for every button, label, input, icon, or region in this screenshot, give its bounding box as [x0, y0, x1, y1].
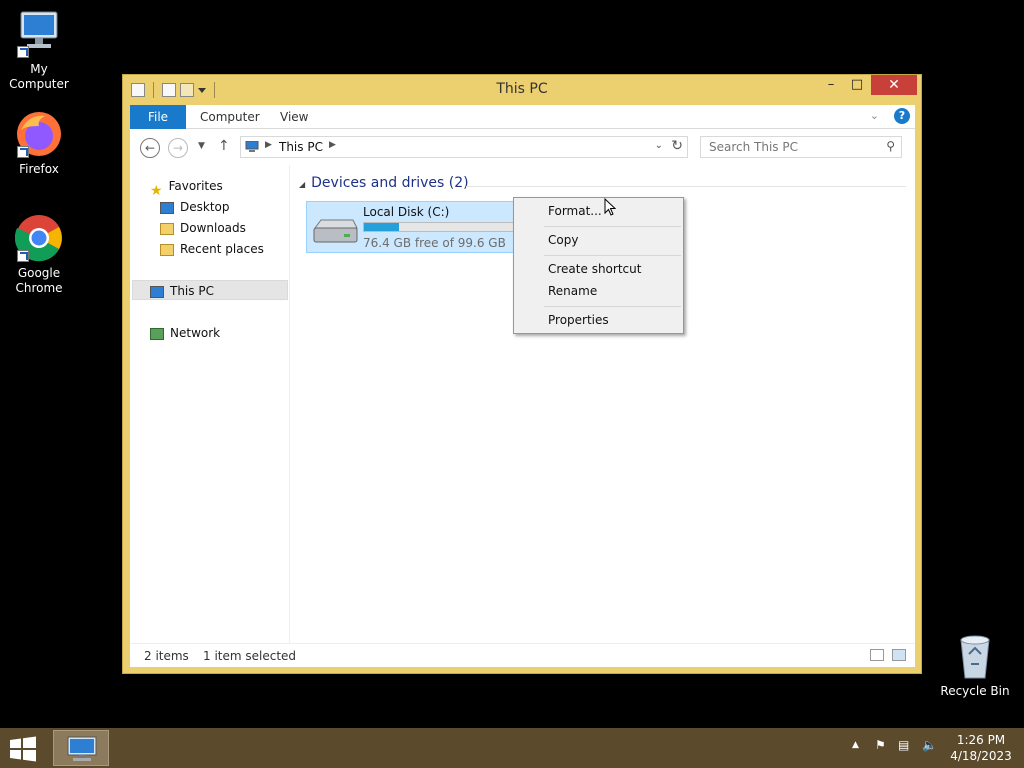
- computer-icon: [67, 736, 97, 761]
- menu-separator: [544, 226, 681, 227]
- menu-item-create-shortcut[interactable]: Create shortcut: [548, 262, 641, 276]
- desktop-icon-label: Google Chrome: [15, 266, 63, 295]
- drive-usage-bar: [363, 222, 515, 232]
- breadcrumb-separator-icon[interactable]: ▶: [329, 140, 336, 150]
- nav-item-favorites[interactable]: ★ Favorites: [150, 176, 223, 199]
- nav-item-desktop[interactable]: Desktop: [160, 197, 230, 217]
- status-bar: 2 items 1 item selected: [130, 643, 915, 667]
- back-button[interactable]: ←: [140, 138, 160, 158]
- title-bar[interactable]: This PC – □ ✕: [123, 75, 921, 105]
- start-button[interactable]: [8, 736, 38, 762]
- search-box[interactable]: Search This PC ⚲: [700, 136, 902, 158]
- recent-locations-icon[interactable]: ▼: [198, 141, 205, 151]
- collapse-group-icon[interactable]: ◢: [299, 180, 305, 189]
- navigation-bar: ← → ▼ ↑ ▶ This PC ▶ ⌄ ↻ Search This PC ⚲: [130, 129, 915, 165]
- ribbon: File Computer View ⌄ ?: [130, 105, 915, 129]
- up-button[interactable]: ↑: [218, 138, 230, 154]
- star-icon: ★: [150, 182, 163, 199]
- menu-item-properties[interactable]: Properties: [548, 313, 609, 327]
- drive-usage-fill: [364, 223, 399, 231]
- clock-time: 1:26 PM: [956, 733, 1006, 747]
- shortcut-arrow-icon: [17, 146, 29, 158]
- navigation-pane: ★ Favorites Desktop Downloads Recent plac…: [130, 165, 290, 643]
- this-pc-icon: [245, 141, 259, 152]
- menu-separator: [544, 255, 681, 256]
- recycle-bin-icon: [951, 632, 999, 680]
- this-pc-icon: [150, 285, 164, 298]
- nav-item-network[interactable]: Network: [150, 323, 220, 343]
- desktop-icon-label: My Computer: [9, 62, 69, 91]
- firefox-icon: [15, 110, 63, 158]
- hard-drive-icon: [313, 219, 358, 243]
- refresh-icon[interactable]: ↻: [671, 138, 683, 154]
- recent-places-icon: [160, 243, 174, 256]
- desktop-icon-label: Recycle Bin: [940, 684, 1010, 698]
- action-center-flag-icon[interactable]: ⚑: [875, 738, 886, 752]
- context-menu: Format... Copy Create shortcut Rename Pr…: [513, 197, 684, 334]
- close-button[interactable]: ✕: [871, 75, 917, 95]
- nav-item-this-pc[interactable]: This PC: [132, 280, 288, 300]
- tab-file[interactable]: File: [130, 105, 186, 129]
- tab-view[interactable]: View: [266, 105, 322, 129]
- chrome-icon: [14, 214, 63, 262]
- drive-space-text: 76.4 GB free of 99.6 GB: [363, 236, 506, 250]
- group-header-devices[interactable]: ◢ Devices and drives (2): [299, 175, 469, 191]
- breadcrumb-separator-icon[interactable]: ▶: [265, 140, 272, 150]
- taskbar-file-explorer[interactable]: [53, 730, 109, 766]
- desktop-icon-recycle-bin[interactable]: Recycle Bin: [937, 632, 1013, 699]
- desktop-icon-my-computer[interactable]: My Computer: [1, 10, 77, 92]
- downloads-folder-icon: [160, 222, 174, 235]
- desktop-icon-chrome[interactable]: Google Chrome: [1, 214, 77, 296]
- clock-date: 4/18/2023: [950, 749, 1012, 763]
- network-icon: [150, 327, 164, 340]
- network-status-icon[interactable]: ▤: [898, 738, 909, 752]
- volume-muted-icon[interactable]: 🔈: [922, 738, 937, 752]
- tab-computer[interactable]: Computer: [186, 105, 274, 129]
- selection-count: 1 item selected: [203, 649, 297, 663]
- maximize-button[interactable]: □: [843, 75, 871, 95]
- nav-item-downloads[interactable]: Downloads: [160, 218, 246, 238]
- expand-ribbon-icon[interactable]: ⌄: [870, 109, 879, 122]
- menu-item-copy[interactable]: Copy: [548, 233, 578, 247]
- desktop-folder-icon: [160, 201, 174, 214]
- drive-name: Local Disk (C:): [363, 205, 450, 219]
- shortcut-arrow-icon: [17, 46, 29, 58]
- computer-icon: [15, 10, 63, 58]
- item-count: 2 items: [144, 649, 189, 663]
- help-icon[interactable]: ?: [894, 108, 910, 124]
- breadcrumb-this-pc[interactable]: This PC: [279, 140, 323, 154]
- large-icons-view-icon[interactable]: [892, 649, 906, 661]
- taskbar: ▲ ⚑ ▤ 🔈 1:26 PM 4/18/2023: [0, 728, 1024, 768]
- forward-button[interactable]: →: [168, 138, 188, 158]
- taskbar-clock[interactable]: 1:26 PM 4/18/2023: [945, 732, 1017, 764]
- window-title: This PC: [496, 81, 548, 97]
- address-dropdown-icon[interactable]: ⌄: [655, 140, 663, 151]
- address-bar[interactable]: ▶ This PC ▶ ⌄ ↻: [240, 136, 688, 158]
- menu-item-format[interactable]: Format...: [548, 204, 602, 218]
- desktop-icon-firefox[interactable]: Firefox: [1, 110, 77, 177]
- mouse-cursor-icon: [604, 198, 616, 216]
- minimize-button[interactable]: –: [817, 75, 845, 95]
- search-placeholder: Search This PC: [709, 140, 798, 154]
- details-view-icon[interactable]: [870, 649, 884, 661]
- menu-item-rename[interactable]: Rename: [548, 284, 597, 298]
- shortcut-arrow-icon: [17, 250, 29, 262]
- nav-item-recent-places[interactable]: Recent places: [160, 239, 264, 259]
- drive-item-c[interactable]: Local Disk (C:) 76.4 GB free of 99.6 GB: [306, 201, 546, 253]
- show-hidden-icons-icon[interactable]: ▲: [852, 740, 859, 750]
- desktop-icon-label: Firefox: [19, 162, 59, 176]
- menu-separator: [544, 306, 681, 307]
- explorer-window[interactable]: This PC – □ ✕ File Computer View ⌄ ? ← →…: [122, 74, 922, 674]
- search-icon[interactable]: ⚲: [886, 139, 895, 153]
